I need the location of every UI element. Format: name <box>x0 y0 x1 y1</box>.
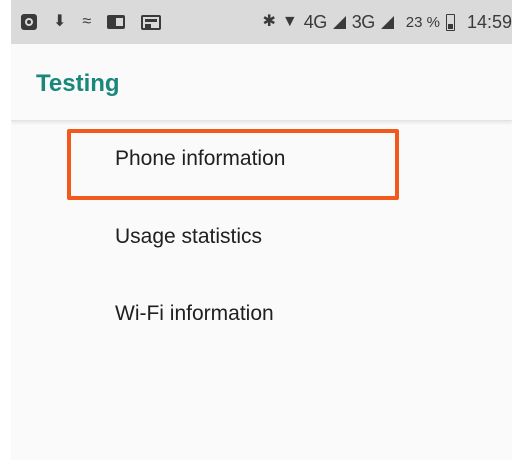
status-bar: ⬇ ≈ ✱ ▼ 4G 3G 23 % 14:59 <box>11 0 512 44</box>
system-icons: ✱ ▼ 4G 3G 23 % 14:59 <box>262 0 512 44</box>
battery-icon <box>445 13 455 31</box>
menu-item-label: Usage statistics <box>115 225 263 248</box>
highlight-box <box>67 129 399 200</box>
signal-icon <box>332 15 346 29</box>
network-3g-label: 3G <box>351 11 376 32</box>
app-bar: Testing <box>11 44 512 121</box>
wifi-icon: ▼ <box>281 13 298 30</box>
status-clock: 14:59 <box>466 11 512 32</box>
sync-icon <box>21 14 37 30</box>
notification-icons: ⬇ ≈ <box>11 13 162 30</box>
bluetooth-icon: ✱ <box>262 13 276 30</box>
menu-item-usage-statistics[interactable]: Usage statistics <box>11 199 512 275</box>
message-icon <box>107 15 126 29</box>
usb-icon: ⬇ <box>53 13 67 30</box>
signal-icon-2 <box>380 15 394 29</box>
swipe-icon: ≈ <box>82 13 92 30</box>
battery-percent: 23 % <box>405 13 440 31</box>
widget-icon <box>141 14 162 30</box>
menu-item-label: Wi-Fi information <box>115 302 274 325</box>
phone-screen: ⬇ ≈ ✱ ▼ 4G 3G 23 % 14:59 Testing Phone i… <box>11 0 512 460</box>
menu-item-wifi-information[interactable]: Wi-Fi information <box>11 276 512 352</box>
network-4g-label: 4G <box>303 11 328 32</box>
page-title: Testing <box>36 70 120 97</box>
